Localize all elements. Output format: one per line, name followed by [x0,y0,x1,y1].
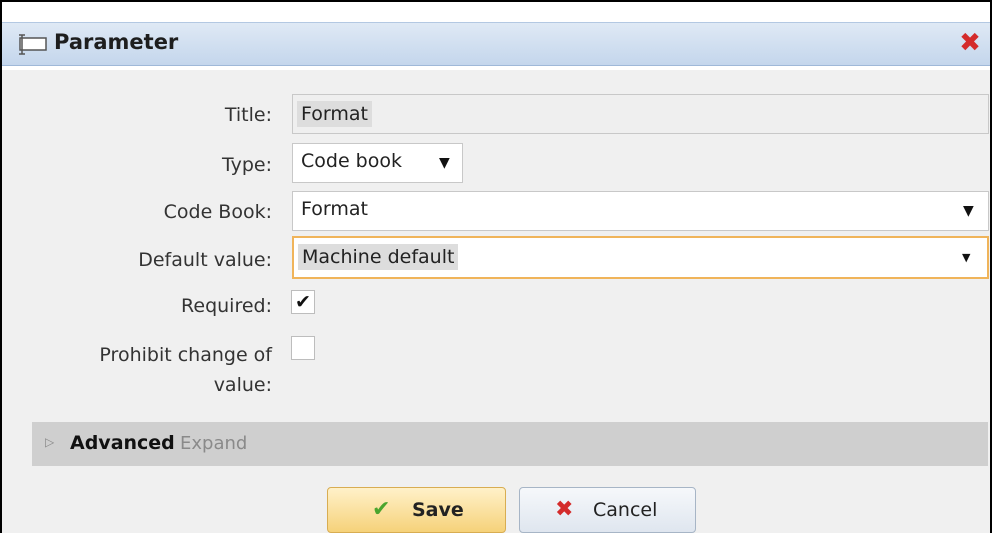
codebook-label: Code Book: [163,201,272,223]
title-value: Format [297,101,372,127]
cancel-button-label: Cancel [593,499,658,521]
close-icon[interactable]: ✖ [956,28,984,58]
title-band: Parameter ✖ [2,22,990,66]
prohibit-label-line1: Prohibit change of [99,344,272,366]
parameter-dialog: Parameter ✖ Title: Format Type: Code boo… [0,0,992,533]
advanced-title: Advanced [70,432,175,454]
dropdown-arrow-icon: ▼ [963,203,974,219]
advanced-expand-link[interactable]: Expand [180,433,247,454]
type-select[interactable]: Code book ▼ [292,143,463,183]
save-button[interactable]: ✔ Save [327,487,506,533]
required-label: Required: [181,295,272,317]
advanced-section[interactable]: ▷ Advanced Expand [32,422,988,466]
dropdown-arrow-icon: ▼ [439,155,450,171]
cancel-x-icon: ✖ [555,497,574,522]
dialog-title: Parameter [54,30,179,54]
prohibit-change-checkbox[interactable] [291,336,315,360]
title-label: Title: [224,104,272,126]
default-value: Machine default [298,244,459,270]
default-value-label: Default value: [138,249,272,271]
required-checkbox[interactable]: ✔ [291,290,315,314]
codebook-value: Format [301,198,368,220]
type-value: Code book [301,150,402,172]
parameter-icon [19,34,47,55]
title-field[interactable]: Format [292,94,989,134]
prohibit-label-line2: value: [213,374,272,396]
dropdown-arrow-icon: ▼ [962,251,971,264]
checkmark-icon: ✔ [372,497,391,522]
codebook-select[interactable]: Format ▼ [292,191,989,231]
dialog-titlebar: Parameter ✖ [2,2,990,70]
default-value-select[interactable]: Machine default ▼ [292,236,989,279]
type-label: Type: [221,154,272,176]
save-button-label: Save [412,499,464,521]
expand-triangle-icon: ▷ [45,435,55,449]
cancel-button[interactable]: ✖ Cancel [519,487,696,533]
